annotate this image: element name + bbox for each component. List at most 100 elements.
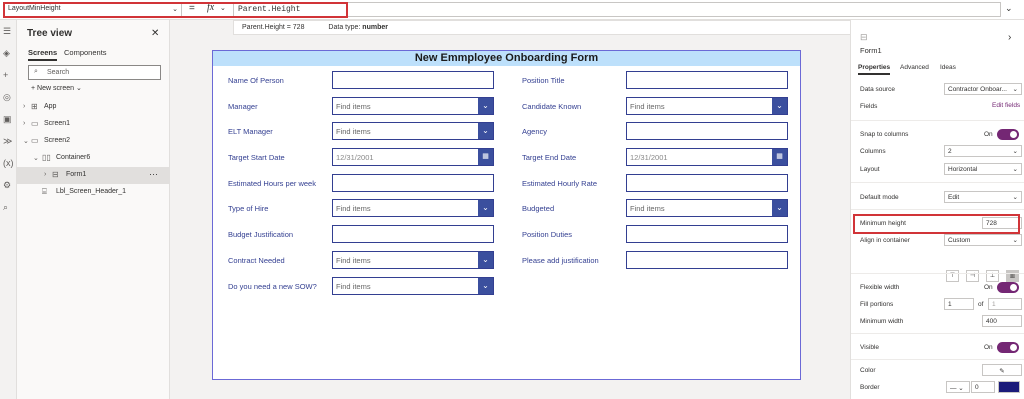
target-start-date-picker[interactable]: 12/31/2001 ▦ xyxy=(332,148,494,166)
border-style-dropdown[interactable]: — ⌄ xyxy=(946,381,970,393)
flexible-width-toggle[interactable] xyxy=(997,282,1019,293)
columns-label: Columns xyxy=(860,148,886,155)
tree-item-app[interactable]: › ⊞ App xyxy=(17,99,170,116)
default-mode-dropdown[interactable]: Edit ⌄ xyxy=(944,191,1022,203)
data-source-dropdown[interactable]: Contractor Onboar... ⌄ xyxy=(944,83,1022,95)
field-label: Candidate Known xyxy=(522,102,582,111)
budget-justification-input[interactable] xyxy=(332,225,494,243)
dropdown-value: Find items xyxy=(336,256,371,265)
chevron-down-icon[interactable]: ⌄ xyxy=(478,200,493,216)
app-icon: ⊞ xyxy=(31,102,38,111)
chevron-down-icon[interactable]: ⌄ xyxy=(478,123,493,139)
fill-portions-input[interactable]: 1 xyxy=(944,298,974,310)
chevron-right-icon[interactable]: › xyxy=(23,103,25,110)
formula-input[interactable]: Parent.Height xyxy=(233,2,1001,17)
tab-advanced[interactable]: Advanced xyxy=(900,64,929,71)
estimated-hourly-rate-input[interactable] xyxy=(626,174,788,192)
target-end-date-picker[interactable]: 12/31/2001 ▦ xyxy=(626,148,788,166)
contract-needed-dropdown[interactable]: Find items ⌄ xyxy=(332,251,494,269)
chevron-down-icon[interactable]: ⌄ xyxy=(772,200,787,216)
align-start-icon[interactable]: ⊤ xyxy=(946,270,959,282)
border-width-input[interactable]: 0 xyxy=(971,381,995,393)
elt-manager-dropdown[interactable]: Find items ⌄ xyxy=(332,122,494,140)
tree-view-panel: Tree view ✕ Screens Components ⌕ Search … xyxy=(17,20,170,399)
minimum-width-input[interactable]: 400 xyxy=(982,315,1022,327)
field-label: Agency xyxy=(522,127,548,136)
control-name: Form1 xyxy=(860,46,882,55)
color-picker-icon[interactable]: ✎ xyxy=(982,364,1022,376)
close-icon[interactable]: ✕ xyxy=(151,28,159,39)
budgeted-dropdown[interactable]: Find items ⌄ xyxy=(626,199,788,217)
calendar-icon[interactable]: ▦ xyxy=(772,149,787,165)
align-center-icon[interactable]: ⊣ xyxy=(966,270,979,282)
chevron-right-icon[interactable]: › xyxy=(44,171,46,178)
agency-input[interactable] xyxy=(626,122,788,140)
chevron-right-icon[interactable]: › xyxy=(1008,32,1011,43)
chevron-down-icon: ⌄ xyxy=(75,85,82,92)
dropdown-value: Find items xyxy=(336,127,371,136)
default-mode-value: Edit xyxy=(948,194,960,201)
fields-label: Fields xyxy=(860,103,878,110)
tab-components[interactable]: Components xyxy=(64,48,107,57)
tree-item-header-label[interactable]: ⌸ Lbl_Screen_Header_1 xyxy=(17,184,170,201)
layers-icon[interactable]: ◈ xyxy=(3,48,10,59)
power-automate-icon[interactable]: ≫ xyxy=(3,136,12,147)
data-icon[interactable]: ◎ xyxy=(3,92,11,103)
tools-icon[interactable]: ⚙ xyxy=(3,180,11,191)
new-screen-button[interactable]: + New screen ⌄ xyxy=(31,84,82,92)
field-label: Estimated Hourly Rate xyxy=(522,179,598,188)
name-of-person-input[interactable] xyxy=(332,71,494,89)
default-mode-label: Default mode xyxy=(860,194,899,201)
divider xyxy=(851,359,1024,360)
media-icon[interactable]: ▣ xyxy=(3,114,12,125)
position-title-input[interactable] xyxy=(626,71,788,89)
chevron-down-icon[interactable]: ⌄ xyxy=(772,98,787,114)
tab-properties[interactable]: Properties xyxy=(858,64,891,75)
chevron-down-icon[interactable]: ⌄ xyxy=(33,154,39,162)
justification-input[interactable] xyxy=(626,251,788,269)
tree-item-screen2[interactable]: ⌄ ▭ Screen2 xyxy=(17,133,170,150)
border-color-swatch[interactable] xyxy=(998,381,1020,393)
tree-item-form1[interactable]: › ⊟ Form1 ··· xyxy=(17,167,170,184)
edit-fields-link[interactable]: Edit fields xyxy=(992,102,1020,109)
chevron-down-icon[interactable]: ⌄ xyxy=(23,137,29,145)
menu-icon[interactable]: ☰ xyxy=(3,26,11,37)
position-duties-input[interactable] xyxy=(626,225,788,243)
columns-dropdown[interactable]: 2 ⌄ xyxy=(944,145,1022,157)
chevron-down-icon: ⌄ xyxy=(1012,237,1018,244)
estimated-hours-input[interactable] xyxy=(332,174,494,192)
search-icon[interactable]: ⌕ xyxy=(3,202,8,213)
visible-toggle[interactable] xyxy=(997,342,1019,353)
expand-formula-icon[interactable]: ⌄ xyxy=(1005,3,1013,14)
insert-icon[interactable]: + xyxy=(3,70,8,80)
align-end-icon[interactable]: ⊥ xyxy=(986,270,999,282)
columns-value: 2 xyxy=(948,148,952,155)
tab-ideas[interactable]: Ideas xyxy=(940,64,956,71)
chevron-down-icon[interactable]: ⌄ xyxy=(478,98,493,114)
align-stretch-icon[interactable]: ▥ xyxy=(1006,270,1019,282)
variables-icon[interactable]: (x) xyxy=(3,158,14,168)
more-options-icon[interactable]: ··· xyxy=(149,169,158,179)
tab-screens[interactable]: Screens xyxy=(28,48,58,61)
tree-item-container6[interactable]: ⌄ ▯▯ Container6 xyxy=(17,150,170,167)
search-input[interactable]: ⌕ Search xyxy=(28,65,161,80)
new-sow-dropdown[interactable]: Find items ⌄ xyxy=(332,277,494,295)
layout-value: Horizontal xyxy=(948,166,978,173)
minimum-width-label: Minimum width xyxy=(860,318,904,325)
color-label: Color xyxy=(860,367,876,374)
chevron-down-icon[interactable]: ⌄ xyxy=(478,252,493,268)
layout-dropdown[interactable]: Horizontal ⌄ xyxy=(944,163,1022,175)
manager-dropdown[interactable]: Find items ⌄ xyxy=(332,97,494,115)
chevron-right-icon[interactable]: › xyxy=(23,120,25,127)
align-value: Custom xyxy=(948,237,971,244)
calendar-icon[interactable]: ▦ xyxy=(478,149,493,165)
type-of-hire-dropdown[interactable]: Find items ⌄ xyxy=(332,199,494,217)
tree-view-title: Tree view xyxy=(27,28,73,39)
search-icon: ⌕ xyxy=(34,68,38,75)
field-label: Target Start Date xyxy=(228,153,285,162)
candidate-known-dropdown[interactable]: Find items ⌄ xyxy=(626,97,788,115)
align-in-container-dropdown[interactable]: Custom ⌄ xyxy=(944,234,1022,246)
snap-to-columns-toggle[interactable] xyxy=(997,129,1019,140)
tree-item-screen1[interactable]: › ▭ Screen1 xyxy=(17,116,170,133)
chevron-down-icon[interactable]: ⌄ xyxy=(478,278,493,294)
